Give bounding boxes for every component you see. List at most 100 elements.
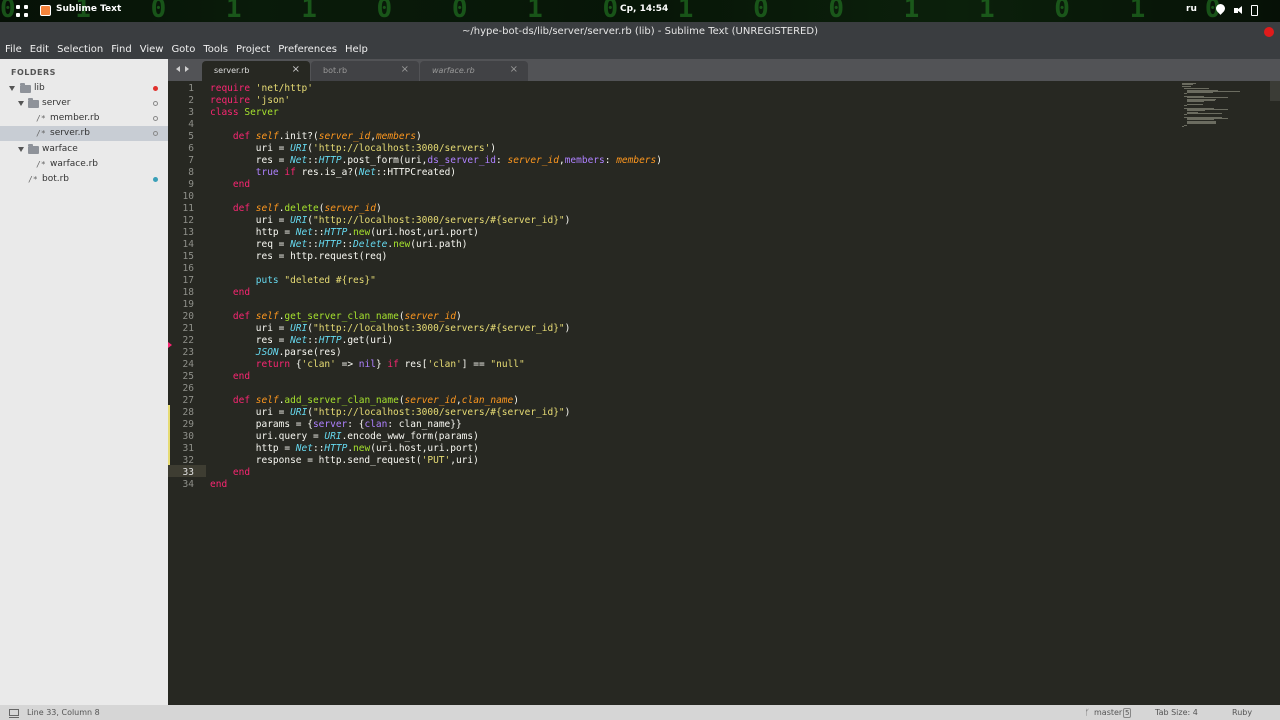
- tab-size-setting[interactable]: Tab Size: 4: [1155, 708, 1198, 717]
- line-number: 7: [188, 155, 194, 166]
- minimap[interactable]: [1182, 81, 1272, 131]
- code-line[interactable]: res = http.request(req): [210, 251, 388, 263]
- code-line[interactable]: http = Net::HTTP.new(uri.host,uri.port): [210, 227, 479, 239]
- menu-tools[interactable]: Tools: [203, 42, 228, 59]
- line-number: 25: [182, 371, 194, 382]
- tree-file-bot[interactable]: /* bot.rb: [0, 172, 168, 187]
- close-window-button[interactable]: [1264, 27, 1274, 37]
- tab-warface-rb[interactable]: warface.rb ×: [420, 61, 528, 81]
- code-line[interactable]: http = Net::HTTP.new(uri.host,uri.port): [210, 443, 479, 455]
- file-icon: /*: [36, 129, 46, 138]
- folder-open-icon: [20, 83, 31, 93]
- menu-preferences[interactable]: Preferences: [278, 42, 337, 59]
- status-dot-icon: [153, 131, 158, 136]
- line-number: 24: [182, 359, 194, 370]
- menu-help[interactable]: Help: [345, 42, 368, 59]
- menu-view[interactable]: View: [140, 42, 164, 59]
- sublime-app-icon: [40, 5, 51, 16]
- line-number: 14: [182, 239, 194, 250]
- tree-file-warface[interactable]: /* warface.rb: [0, 157, 168, 172]
- menu-selection[interactable]: Selection: [57, 42, 103, 59]
- tree-folder-lib[interactable]: lib: [0, 81, 168, 96]
- syntax-selector[interactable]: Ruby: [1232, 708, 1252, 717]
- minimap-line: [1184, 93, 1187, 95]
- tab-server-rb[interactable]: server.rb ×: [202, 61, 310, 81]
- code-line[interactable]: JSON.parse(res): [210, 347, 342, 359]
- code-line[interactable]: uri = URI("http://localhost:3000/servers…: [210, 407, 571, 419]
- menu-file[interactable]: File: [5, 42, 22, 59]
- code-line[interactable]: def self.delete(server_id): [210, 203, 382, 215]
- line-number: 8: [188, 167, 194, 178]
- tree-file-member[interactable]: /* member.rb: [0, 111, 168, 126]
- code-line[interactable]: def self.init?(server_id,members): [210, 131, 422, 143]
- code-line[interactable]: end: [210, 479, 227, 491]
- tree-label: server: [42, 98, 71, 108]
- code-line[interactable]: puts "deleted #{res}": [210, 275, 376, 287]
- tab-bot-rb[interactable]: bot.rb ×: [311, 61, 419, 81]
- keyboard-language[interactable]: ru: [1186, 4, 1197, 14]
- code-line[interactable]: uri.query = URI.encode_www_form(params): [210, 431, 479, 443]
- tab-close-icon[interactable]: ×: [510, 64, 518, 75]
- expanded-arrow-icon[interactable]: [18, 147, 24, 152]
- tab-close-icon[interactable]: ×: [401, 64, 409, 75]
- code-line[interactable]: uri = URI('http://localhost:3000/servers…: [210, 143, 496, 155]
- line-number: 17: [182, 275, 194, 286]
- folder-open-icon: [28, 98, 39, 108]
- code-line[interactable]: end: [210, 371, 250, 383]
- tab-right-arrow-icon[interactable]: [185, 66, 189, 72]
- panel-toggle-icon[interactable]: [9, 709, 19, 718]
- line-number: 33: [182, 467, 194, 478]
- expanded-arrow-icon[interactable]: [18, 101, 24, 106]
- code-line[interactable]: end: [210, 179, 250, 191]
- volume-icon[interactable]: [1234, 5, 1245, 16]
- expanded-arrow-icon[interactable]: [9, 86, 15, 91]
- code-line[interactable]: res = Net::HTTP.get(uri): [210, 335, 393, 347]
- line-number: 15: [182, 251, 194, 262]
- code-line[interactable]: def self.add_server_clan_name(server_id,…: [210, 395, 519, 407]
- window-title-bar[interactable]: ~/hype-bot-ds/lib/server/server.rb (lib)…: [0, 22, 1280, 42]
- line-number: 30: [182, 431, 194, 442]
- apps-grid-icon[interactable]: [16, 5, 28, 17]
- minimap-line: [1186, 123, 1217, 125]
- file-icon: /*: [28, 175, 38, 184]
- line-number: 18: [182, 287, 194, 298]
- line-number: 20: [182, 311, 194, 322]
- tab-nav-arrows[interactable]: [176, 66, 196, 74]
- menu-find[interactable]: Find: [111, 42, 132, 59]
- file-icon: /*: [36, 114, 46, 123]
- vertical-scrollbar[interactable]: [1270, 81, 1280, 101]
- code-line[interactable]: end: [210, 287, 250, 299]
- file-icon: /*: [36, 160, 46, 169]
- code-line[interactable]: uri = URI("http://localhost:3000/servers…: [210, 215, 571, 227]
- tree-folder-server[interactable]: server: [0, 96, 168, 111]
- git-branch[interactable]: master: [1094, 708, 1122, 717]
- code-line[interactable]: req = Net::HTTP::Delete.new(uri.path): [210, 239, 468, 251]
- tab-left-arrow-icon[interactable]: [176, 66, 180, 72]
- code-line[interactable]: require 'net/http': [210, 83, 313, 95]
- line-number: 16: [182, 263, 194, 274]
- tree-folder-warface[interactable]: warface: [0, 142, 168, 157]
- code-editor[interactable]: 1 2 3 4 5 6 7 8 9 10 11 12 13 14 15 16 17 18 19 20 21 22 23 24 2…: [168, 81, 1280, 705]
- code-line[interactable]: return {'clan' => nil} if res['clan'] ==…: [210, 359, 525, 371]
- code-line[interactable]: end: [210, 467, 250, 479]
- line-number: 9: [188, 179, 194, 190]
- clock[interactable]: Ср, 14:54: [620, 4, 668, 14]
- menu-project[interactable]: Project: [236, 42, 270, 59]
- code-line[interactable]: res = Net::HTTP.post_form(uri,ds_server_…: [210, 155, 662, 167]
- tab-close-icon[interactable]: ×: [292, 64, 300, 75]
- code-line[interactable]: params = {server: {clan: clan_name}}: [210, 419, 462, 431]
- code-line[interactable]: class Server: [210, 107, 279, 119]
- menu-edit[interactable]: Edit: [30, 42, 49, 59]
- battery-icon[interactable]: [1251, 5, 1258, 16]
- tab-label: server.rb: [214, 66, 250, 75]
- tree-file-server[interactable]: /* server.rb: [0, 126, 168, 141]
- code-line[interactable]: true if res.is_a?(Net::HTTPCreated): [210, 167, 456, 179]
- menu-goto[interactable]: Goto: [171, 42, 195, 59]
- code-line[interactable]: response = http.send_request('PUT',uri): [210, 455, 479, 467]
- code-line[interactable]: uri = URI("http://localhost:3000/servers…: [210, 323, 571, 335]
- tree-label: server.rb: [50, 128, 90, 138]
- active-app-name[interactable]: Sublime Text: [56, 4, 121, 14]
- code-line[interactable]: require 'json': [210, 95, 290, 107]
- git-changes-count: 5: [1123, 708, 1132, 718]
- code-line[interactable]: def self.get_server_clan_name(server_id): [210, 311, 462, 323]
